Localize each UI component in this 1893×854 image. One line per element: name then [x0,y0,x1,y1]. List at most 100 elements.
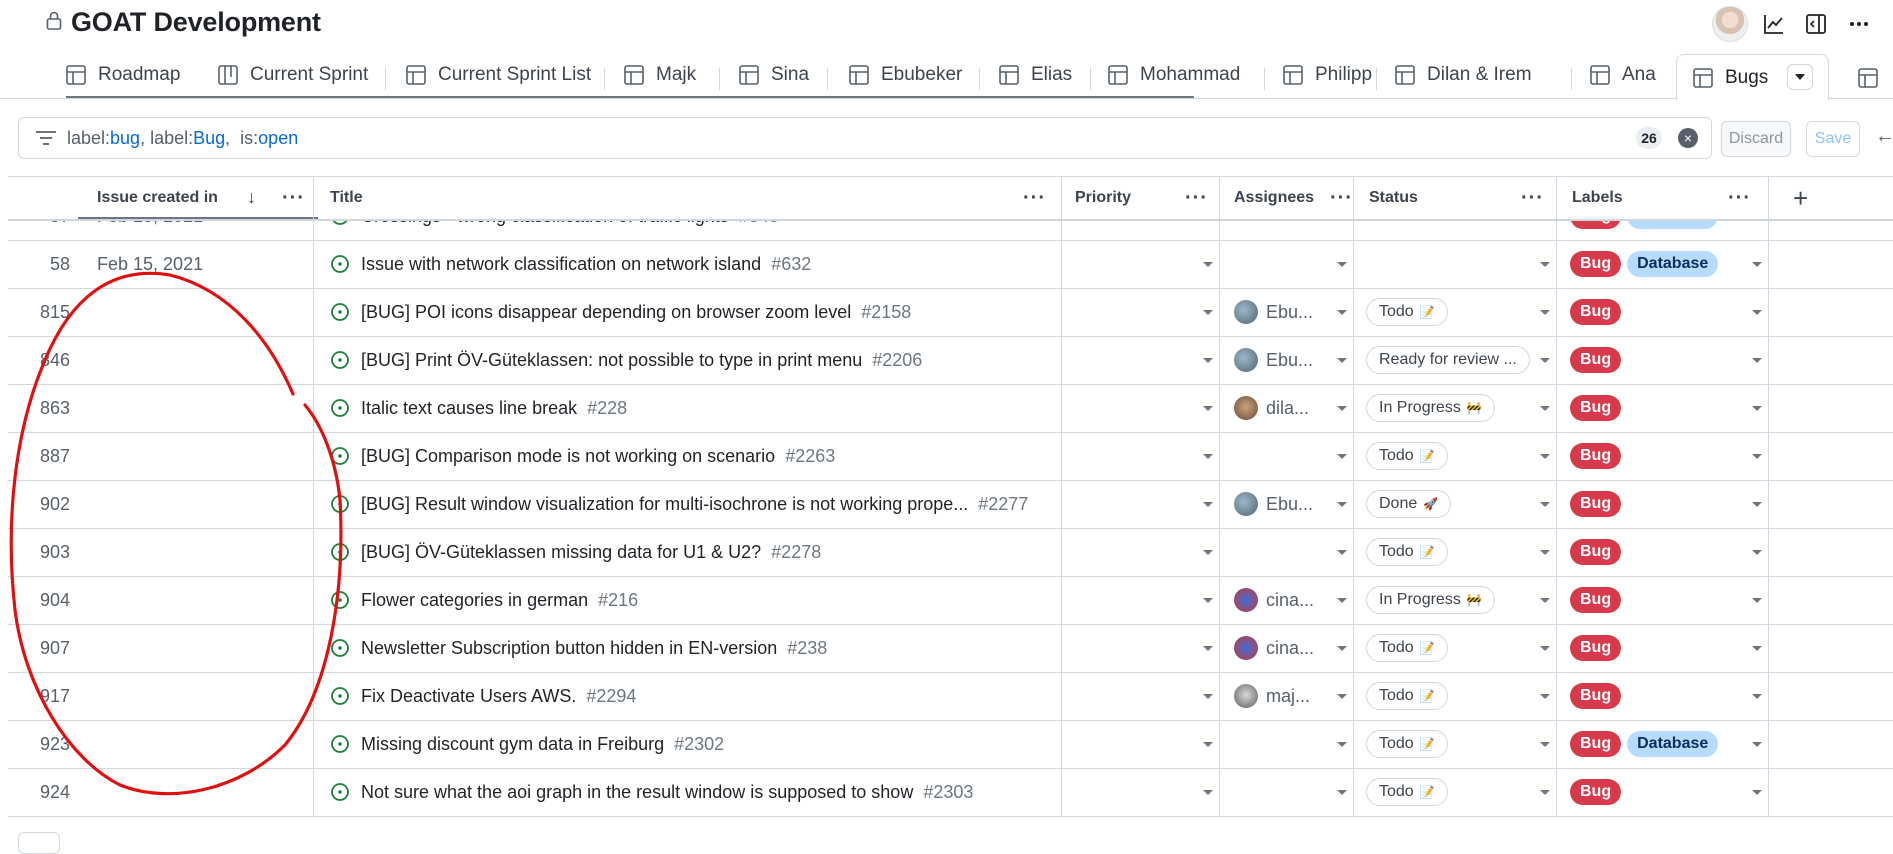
status-dropdown-icon[interactable] [1540,454,1550,459]
column-menu-icon[interactable]: ··· [1023,187,1046,210]
issue-title-cell[interactable]: Newsletter Subscription button hidden in… [361,624,827,672]
status-dropdown-icon[interactable] [1540,550,1550,555]
issue-title-cell[interactable]: Not sure what the aoi graph in the resul… [361,768,973,816]
issue-number[interactable]: #2277 [978,494,1028,515]
label-bug[interactable]: Bug [1570,731,1622,757]
label-bug[interactable]: Bug [1570,443,1622,469]
assignee[interactable]: Ebu... [1234,288,1313,336]
assignees-dropdown-icon[interactable] [1337,310,1347,315]
tab-roadmap[interactable]: Roadmap [66,52,180,98]
filter-bar[interactable]: label:bug, label:Bug, is:open 26 × [18,117,1712,159]
labels-cell[interactable]: Bug [1570,528,1627,576]
labels-cell[interactable]: Bug [1570,480,1627,528]
column-header-title[interactable]: Title ··· [330,177,1060,219]
arrow-left-icon[interactable]: ← [1875,125,1893,148]
issue-title-cell[interactable]: Italic text causes line break #228 [361,384,627,432]
status-cell[interactable]: Todo 📝 [1366,432,1448,480]
labels-dropdown-icon[interactable] [1752,598,1762,603]
issue-number[interactable]: #2294 [586,686,636,707]
labels-dropdown-icon[interactable] [1752,310,1762,315]
table-row[interactable]: 902 [BUG] Result window visualization for… [8,480,1893,529]
assignees-dropdown-icon[interactable] [1337,454,1347,459]
more-options-button[interactable] [1840,5,1878,43]
issue-number[interactable]: #238 [787,638,827,659]
assignee[interactable]: dila... [1234,384,1309,432]
labels-cell[interactable]: Bug [1570,432,1627,480]
issue-number[interactable]: #2302 [674,734,724,755]
labels-dropdown-icon[interactable] [1752,358,1762,363]
label-bug[interactable]: Bug [1570,395,1622,421]
add-field-button[interactable]: + [1793,177,1808,219]
status-pill[interactable]: Todo 📝 [1366,442,1448,470]
assignees-dropdown-icon[interactable] [1337,694,1347,699]
assignees-dropdown-icon[interactable] [1337,742,1347,747]
table-row[interactable]: 903 [BUG] ÖV-Güteklassen missing data for… [8,528,1893,577]
current-user-avatar[interactable] [1712,6,1748,42]
issue-title-link[interactable]: [BUG] ÖV-Güteklassen missing data for U1… [361,542,761,563]
status-pill[interactable]: Ready for review ... [1366,346,1530,374]
table-row[interactable]: 815 [BUG] POI icons disappear depending o… [8,288,1893,337]
labels-dropdown-icon[interactable] [1752,550,1762,555]
column-header-assignees[interactable]: Assignees ··· [1234,177,1357,219]
tab-current-sprint-list[interactable]: Current Sprint List [406,52,591,98]
issue-title-link[interactable]: Italic text causes line break [361,398,577,419]
labels-dropdown-icon[interactable] [1752,646,1762,651]
column-header-status[interactable]: Status ··· [1369,177,1558,219]
column-menu-icon[interactable]: ··· [1521,187,1544,210]
status-cell[interactable]: In Progress 🚧 [1366,576,1495,624]
priority-dropdown-icon[interactable] [1203,646,1213,651]
issue-number[interactable]: #632 [771,254,811,275]
label-bug[interactable]: Bug [1570,491,1622,517]
issue-title-link[interactable]: Issue with network classification on net… [361,254,761,275]
status-dropdown-icon[interactable] [1540,598,1550,603]
label-bug[interactable]: Bug [1570,539,1622,565]
issue-number[interactable]: #2263 [785,446,835,467]
issue-title-cell[interactable]: [BUG] ÖV-Güteklassen missing data for U1… [361,528,821,576]
labels-cell[interactable]: Bug [1570,768,1627,816]
priority-dropdown-icon[interactable] [1203,790,1213,795]
tab-majk[interactable]: Majk [624,52,696,98]
label-bug[interactable]: Bug [1570,779,1622,805]
status-cell[interactable]: Todo 📝 [1366,720,1448,768]
assignees-dropdown-icon[interactable] [1337,790,1347,795]
table-row[interactable]: 917 Fix Deactivate Users AWS. #2294 maj... T… [8,672,1893,721]
assignee[interactable]: cina... [1234,576,1314,624]
assignee[interactable]: Ebu... [1234,336,1313,384]
table-row[interactable]: 907 Newsletter Subscription button hidden… [8,624,1893,673]
status-cell[interactable]: Todo 📝 [1366,624,1448,672]
status-cell[interactable]: Todo 📝 [1366,672,1448,720]
issue-title-link[interactable]: Newsletter Subscription button hidden in… [361,638,777,659]
issue-title-link[interactable]: Flower categories in german [361,590,588,611]
tab-dilan-irem[interactable]: Dilan & Irem [1395,52,1532,98]
assignees-dropdown-icon[interactable] [1337,358,1347,363]
status-dropdown-icon[interactable] [1540,742,1550,747]
tab-philipp[interactable]: Philipp [1283,52,1372,98]
label-bug[interactable]: Bug [1570,683,1622,709]
assignees-dropdown-icon[interactable] [1337,406,1347,411]
label-database[interactable]: Database [1627,251,1719,277]
label-bug[interactable]: Bug [1570,299,1622,325]
issue-title-link[interactable]: [BUG] Comparison mode is not working on … [361,446,775,467]
issue-number[interactable]: #216 [598,590,638,611]
status-cell[interactable]: Todo 📝 [1366,528,1448,576]
labels-dropdown-icon[interactable] [1752,454,1762,459]
tab-elias[interactable]: Elias [999,52,1072,98]
labels-cell[interactable]: BugDatabase [1570,218,1724,240]
column-header-priority[interactable]: Priority ··· [1075,177,1222,219]
filter-query[interactable]: label:bug, label:Bug, is:open [67,128,298,149]
labels-dropdown-icon[interactable] [1752,406,1762,411]
column-menu-icon[interactable]: ··· [1185,187,1208,210]
priority-dropdown-icon[interactable] [1203,358,1213,363]
status-dropdown-icon[interactable] [1540,310,1550,315]
labels-dropdown-icon[interactable] [1752,694,1762,699]
issue-title-link[interactable]: Not sure what the aoi graph in the resul… [361,782,913,803]
status-pill[interactable]: Todo 📝 [1366,730,1448,758]
add-item-row[interactable] [18,832,60,854]
labels-cell[interactable]: BugDatabase [1570,240,1724,288]
status-pill[interactable]: In Progress 🚧 [1366,586,1495,614]
status-cell[interactable]: In Progress 🚧 [1366,384,1495,432]
issue-number[interactable]: #2303 [923,782,973,803]
label-bug[interactable]: Bug [1570,635,1622,661]
column-menu-icon[interactable]: ··· [282,187,305,210]
table-row[interactable]: 863 Italic text causes line break #228 dila… [8,384,1893,433]
